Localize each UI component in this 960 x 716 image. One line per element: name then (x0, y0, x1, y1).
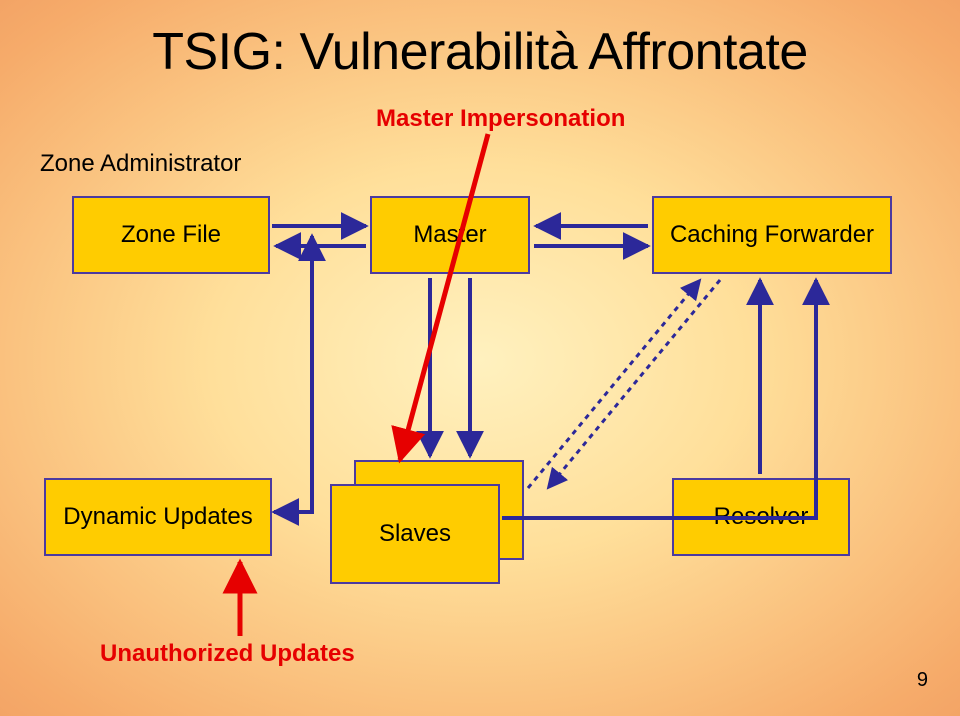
slaves-box: Slaves (330, 484, 500, 584)
caching-forwarder-label: Caching Forwarder (670, 221, 874, 249)
arrow-dashed-down (548, 280, 720, 488)
resolver-box: Resolver (672, 478, 850, 556)
master-label: Master (413, 221, 486, 249)
page-number: 9 (917, 669, 928, 692)
unauthorized-updates-label: Unauthorized Updates (100, 640, 355, 668)
zone-file-box: Zone File (72, 196, 270, 274)
resolver-label: Resolver (714, 503, 809, 531)
arrow-master-impersonation (400, 134, 488, 460)
slide-title: TSIG: Vulnerabilità Affrontate (0, 22, 960, 82)
arrow-dashed-up (528, 280, 700, 488)
dynamic-updates-box: Dynamic Updates (44, 478, 272, 556)
master-impersonation-label: Master Impersonation (376, 105, 625, 133)
caching-forwarder-box: Caching Forwarder (652, 196, 892, 274)
arrow-dynamic-L (274, 236, 312, 512)
dynamic-updates-label: Dynamic Updates (63, 503, 252, 531)
slaves-label: Slaves (379, 520, 451, 548)
zone-file-label: Zone File (121, 221, 221, 249)
zone-administrator-label: Zone Administrator (40, 150, 241, 178)
master-box: Master (370, 196, 530, 274)
